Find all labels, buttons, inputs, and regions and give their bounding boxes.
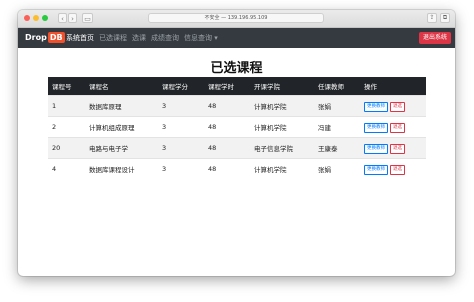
cell-course-name: 计算机组成原理 (85, 116, 158, 138)
brand-suffix: DB (47, 32, 65, 43)
cell-course-name: 数据库课程设计 (85, 158, 158, 179)
cell-teacher: 冯建 (314, 116, 360, 138)
cell-hours: 48 (204, 95, 250, 117)
tabs-icon[interactable]: ⧉ (440, 13, 450, 23)
change-teacher-button[interactable]: 更换教师 (364, 164, 388, 175)
cell-teacher: 张娟 (314, 95, 360, 117)
zoom-window-icon[interactable] (42, 15, 48, 21)
sidebar-icon[interactable]: ▭ (82, 13, 93, 23)
cell-credit: 3 (158, 158, 204, 179)
cell-college: 计算机学院 (250, 116, 314, 138)
cell-credit: 3 (158, 95, 204, 117)
nav-item-home[interactable]: 系统首页 (66, 33, 94, 43)
cell-college: 电子信息学院 (250, 137, 314, 159)
course-table: 课程号 课程名 课程学分 课程学时 开课学院 任课教师 操作 1 数据库原理 3… (48, 77, 426, 179)
nav-item-grades[interactable]: 成绩查询 (151, 33, 179, 43)
table-row: 20 电路与电子学 3 48 电子信息学院 王康泰 更换教师 退选 (48, 137, 426, 159)
drop-course-button[interactable]: 退选 (390, 101, 405, 112)
change-teacher-button[interactable]: 更换教师 (364, 143, 388, 154)
address-bar[interactable]: 不安全 — 139.196.95.109 (148, 13, 324, 23)
cell-teacher: 张娟 (314, 158, 360, 179)
table-row: 1 数据库原理 3 48 计算机学院 张娟 更换教师 退选 (48, 95, 426, 117)
cell-teacher: 王康泰 (314, 137, 360, 159)
cell-actions: 更换教师 退选 (360, 137, 426, 159)
header-hours: 课程学时 (204, 77, 250, 96)
navbar: Drop DB 系统首页 已选课程 选课 成绩查询 信息查询 ▾ 退出系统 (18, 28, 455, 48)
cell-course-id: 4 (48, 158, 85, 179)
header-course-id: 课程号 (48, 77, 85, 96)
table-header-row: 课程号 课程名 课程学分 课程学时 开课学院 任课教师 操作 (48, 77, 426, 96)
cell-actions: 更换教师 退选 (360, 95, 426, 117)
header-credit: 课程学分 (158, 77, 204, 96)
forward-icon[interactable]: › (68, 13, 77, 23)
brand-prefix: Drop (25, 33, 47, 42)
nav-item-selected-courses[interactable]: 已选课程 (99, 33, 127, 43)
nav-menu: 系统首页 已选课程 选课 成绩查询 信息查询 ▾ (66, 28, 223, 48)
header-course-name: 课程名 (85, 77, 158, 96)
cell-hours: 48 (204, 137, 250, 159)
header-actions: 操作 (360, 77, 426, 96)
cell-course-id: 2 (48, 116, 85, 138)
drop-course-button[interactable]: 退选 (390, 122, 405, 133)
browser-titlebar: ‹ › ▭ 不安全 — 139.196.95.109 ⇪ ⧉ (18, 10, 455, 28)
nav-item-course-selection[interactable]: 选课 (132, 33, 146, 43)
back-icon[interactable]: ‹ (58, 13, 67, 23)
share-icon[interactable]: ⇪ (427, 13, 437, 23)
minimize-window-icon[interactable] (33, 15, 39, 21)
nav-item-info-dropdown[interactable]: 信息查询 ▾ (184, 33, 218, 43)
table-row: 4 数据库课程设计 3 48 计算机学院 张娟 更换教师 退选 (48, 158, 426, 179)
cell-hours: 48 (204, 158, 250, 179)
header-teacher: 任课教师 (314, 77, 360, 96)
close-window-icon[interactable] (24, 15, 30, 21)
logout-button[interactable]: 退出系统 (418, 32, 451, 44)
cell-course-name: 电路与电子学 (85, 137, 158, 159)
cell-hours: 48 (204, 116, 250, 138)
change-teacher-button[interactable]: 更换教师 (364, 122, 388, 133)
cell-college: 计算机学院 (250, 95, 314, 117)
cell-course-name: 数据库原理 (85, 95, 158, 117)
drop-course-button[interactable]: 退选 (390, 164, 405, 175)
cell-credit: 3 (158, 116, 204, 138)
header-college: 开课学院 (250, 77, 314, 96)
brand-logo[interactable]: Drop DB (25, 32, 65, 44)
cell-college: 计算机学院 (250, 158, 314, 179)
change-teacher-button[interactable]: 更换教师 (364, 101, 388, 112)
drop-course-button[interactable]: 退选 (390, 143, 405, 154)
cell-course-id: 1 (48, 95, 85, 117)
browser-window: ‹ › ▭ 不安全 — 139.196.95.109 ⇪ ⧉ Drop DB 系统… (18, 10, 455, 276)
table-row: 2 计算机组成原理 3 48 计算机学院 冯建 更换教师 退选 (48, 116, 426, 138)
cell-course-id: 20 (48, 137, 85, 159)
cell-credit: 3 (158, 137, 204, 159)
cell-actions: 更换教师 退选 (360, 116, 426, 138)
page-title: 已选课程 (210, 61, 263, 76)
cell-actions: 更换教师 退选 (360, 158, 426, 179)
